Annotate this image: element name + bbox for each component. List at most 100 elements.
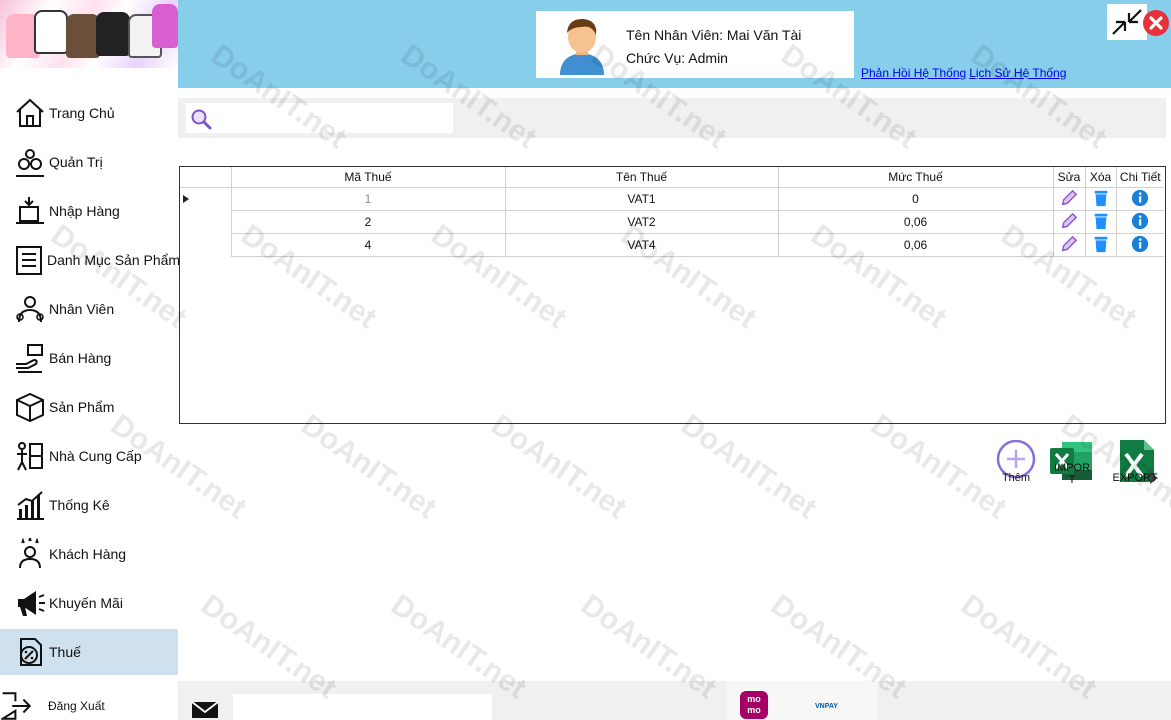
staff-icon bbox=[13, 292, 47, 326]
cell-detail[interactable] bbox=[1116, 233, 1164, 257]
cell-rate[interactable]: 0,06 bbox=[778, 210, 1054, 234]
col-header-rate[interactable]: Mức Thuế bbox=[778, 167, 1054, 188]
home-icon bbox=[13, 96, 47, 130]
sidebar-item-admin-gears[interactable]: Quản Trị bbox=[0, 139, 178, 185]
close-button[interactable] bbox=[1143, 10, 1169, 36]
col-header-name[interactable]: Tên Thuế bbox=[505, 167, 779, 188]
cell-rate[interactable]: 0,06 bbox=[778, 233, 1054, 257]
cell-name[interactable]: VAT2 bbox=[505, 210, 779, 234]
add-label: Thêm bbox=[1001, 472, 1031, 484]
edit-pencil-icon[interactable] bbox=[1059, 234, 1079, 254]
sidebar-item-label: Nhập Hàng bbox=[49, 203, 120, 219]
add-button[interactable]: Thêm bbox=[996, 439, 1036, 486]
logout-button[interactable]: Đăng Xuất bbox=[0, 683, 178, 720]
cell-detail[interactable] bbox=[1116, 210, 1164, 234]
sidebar-item-sales[interactable]: Bán Hàng bbox=[0, 335, 178, 381]
current-row-arrow-icon bbox=[183, 194, 190, 203]
close-icon bbox=[1149, 16, 1163, 30]
statistics-chart-icon bbox=[13, 488, 47, 522]
cell-edit[interactable] bbox=[1053, 210, 1086, 234]
sidebar-item-home[interactable]: Trang Chủ bbox=[0, 90, 178, 136]
table-row[interactable]: 1 VAT1 0 bbox=[180, 187, 1164, 211]
info-icon[interactable] bbox=[1130, 188, 1150, 208]
sidebar-item-customer[interactable]: Khách Hàng bbox=[0, 531, 178, 577]
cell-name[interactable]: VAT1 bbox=[505, 187, 779, 211]
cell-name[interactable]: VAT4 bbox=[505, 233, 779, 257]
sales-icon bbox=[13, 341, 47, 375]
search-input[interactable] bbox=[216, 107, 448, 129]
message-input[interactable] bbox=[233, 694, 492, 720]
sidebar-item-promotion-megaphone[interactable]: Khuyến Mãi bbox=[0, 580, 178, 626]
search-icon[interactable] bbox=[190, 108, 212, 130]
shop-logo bbox=[0, 0, 178, 68]
watermark-text: DoAnIT.net bbox=[294, 408, 443, 526]
col-header-detail[interactable]: Chi Tiết bbox=[1116, 167, 1164, 188]
delete-trash-icon[interactable] bbox=[1091, 234, 1111, 254]
employee-role: Chức Vụ: Admin bbox=[626, 50, 728, 66]
sidebar-item-statistics-chart[interactable]: Thống Kê bbox=[0, 482, 178, 528]
window-controls bbox=[1107, 4, 1169, 40]
grid-header-row: Mã Thuế Tên Thuế Mức Thuế Sửa Xóa Chi Ti… bbox=[180, 167, 1164, 188]
search-bar bbox=[178, 98, 1166, 138]
sidebar-item-category-list[interactable]: Danh Mục Sản Phẩm bbox=[0, 237, 180, 283]
vnpay-logo[interactable]: VNPAY bbox=[815, 703, 838, 710]
cell-rate[interactable]: 0 bbox=[778, 187, 1054, 211]
watermark-text: DoAnIT.net bbox=[674, 408, 823, 526]
employee-name: Tên Nhân Viên: Mai Văn Tài bbox=[626, 27, 802, 43]
cell-delete[interactable] bbox=[1085, 187, 1117, 211]
header-links: Phản Hồi Hệ Thống Lịch Sử Hệ Thống bbox=[861, 66, 1069, 80]
delete-trash-icon[interactable] bbox=[1091, 211, 1111, 231]
logout-arrow-icon bbox=[0, 689, 34, 720]
sidebar: Trang Chủ Quản Trị Nhập Hàng Danh Mục Sản P… bbox=[0, 0, 180, 720]
cell-code[interactable]: 1 bbox=[231, 187, 506, 211]
restore-button[interactable] bbox=[1107, 4, 1147, 40]
cell-edit[interactable] bbox=[1053, 233, 1086, 257]
logout-label: Đăng Xuất bbox=[48, 699, 105, 713]
info-icon[interactable] bbox=[1130, 234, 1150, 254]
sidebar-item-tax-document[interactable]: Thuế bbox=[0, 629, 178, 675]
edit-pencil-icon[interactable] bbox=[1059, 211, 1079, 231]
col-header-code[interactable]: Mã Thuế bbox=[231, 167, 506, 188]
sidebar-item-label: Khách Hàng bbox=[49, 546, 127, 562]
cell-edit[interactable] bbox=[1053, 187, 1086, 211]
mail-icon[interactable] bbox=[191, 701, 219, 719]
delete-trash-icon[interactable] bbox=[1091, 188, 1111, 208]
sidebar-item-box[interactable]: Sản Phẩm bbox=[0, 384, 178, 430]
row-header[interactable] bbox=[180, 210, 232, 233]
cell-code[interactable]: 4 bbox=[231, 233, 506, 257]
table-row[interactable]: 4 VAT4 0,06 bbox=[180, 233, 1164, 257]
feedback-link[interactable]: Phản Hồi Hệ Thống bbox=[861, 66, 966, 80]
cell-delete[interactable] bbox=[1085, 233, 1117, 257]
cell-detail[interactable] bbox=[1116, 187, 1164, 211]
sidebar-item-label: Thống Kê bbox=[49, 497, 110, 513]
col-header-edit[interactable]: Sửa bbox=[1053, 167, 1086, 188]
history-link[interactable]: Lịch Sử Hệ Thống bbox=[969, 66, 1066, 80]
watermark-text: DoAnIT.net bbox=[484, 408, 633, 526]
sidebar-item-supplier[interactable]: Nhà Cung Cấp bbox=[0, 433, 178, 479]
col-header-delete[interactable]: Xóa bbox=[1085, 167, 1117, 188]
collapse-arrows-icon bbox=[1112, 9, 1142, 35]
edit-pencil-icon[interactable] bbox=[1059, 188, 1079, 208]
sidebar-item-label: Bán Hàng bbox=[49, 350, 112, 366]
sidebar-item-import-goods[interactable]: Nhập Hàng bbox=[0, 188, 178, 234]
export-excel-button[interactable]: EXPORT bbox=[1110, 438, 1160, 486]
cell-delete[interactable] bbox=[1085, 210, 1117, 234]
sidebar-item-label: Sản Phẩm bbox=[49, 399, 115, 415]
category-list-icon bbox=[13, 243, 45, 277]
footer: mo mo VNPAY bbox=[178, 681, 1171, 720]
cell-code[interactable]: 2 bbox=[231, 210, 506, 234]
momo-logo[interactable]: mo mo bbox=[740, 691, 768, 719]
header: Tên Nhân Viên: Mai Văn Tài Chức Vụ: Admi… bbox=[178, 0, 1171, 88]
user-avatar-icon bbox=[560, 18, 604, 75]
sidebar-item-label: Quản Trị bbox=[49, 154, 103, 170]
sidebar-item-staff[interactable]: Nhân Viên bbox=[0, 286, 178, 332]
info-icon[interactable] bbox=[1130, 211, 1150, 231]
row-header[interactable] bbox=[180, 233, 232, 256]
table-row[interactable]: 2 VAT2 0,06 bbox=[180, 210, 1164, 234]
import-excel-button[interactable]: IMPORT bbox=[1048, 440, 1094, 486]
import-label: IMPORT bbox=[1053, 462, 1091, 486]
sidebar-item-label: Nhà Cung Cấp bbox=[49, 448, 142, 464]
tax-grid: Mã Thuế Tên Thuế Mức Thuế Sửa Xóa Chi Ti… bbox=[179, 166, 1166, 424]
row-header[interactable] bbox=[180, 187, 232, 210]
supplier-icon bbox=[13, 439, 47, 473]
